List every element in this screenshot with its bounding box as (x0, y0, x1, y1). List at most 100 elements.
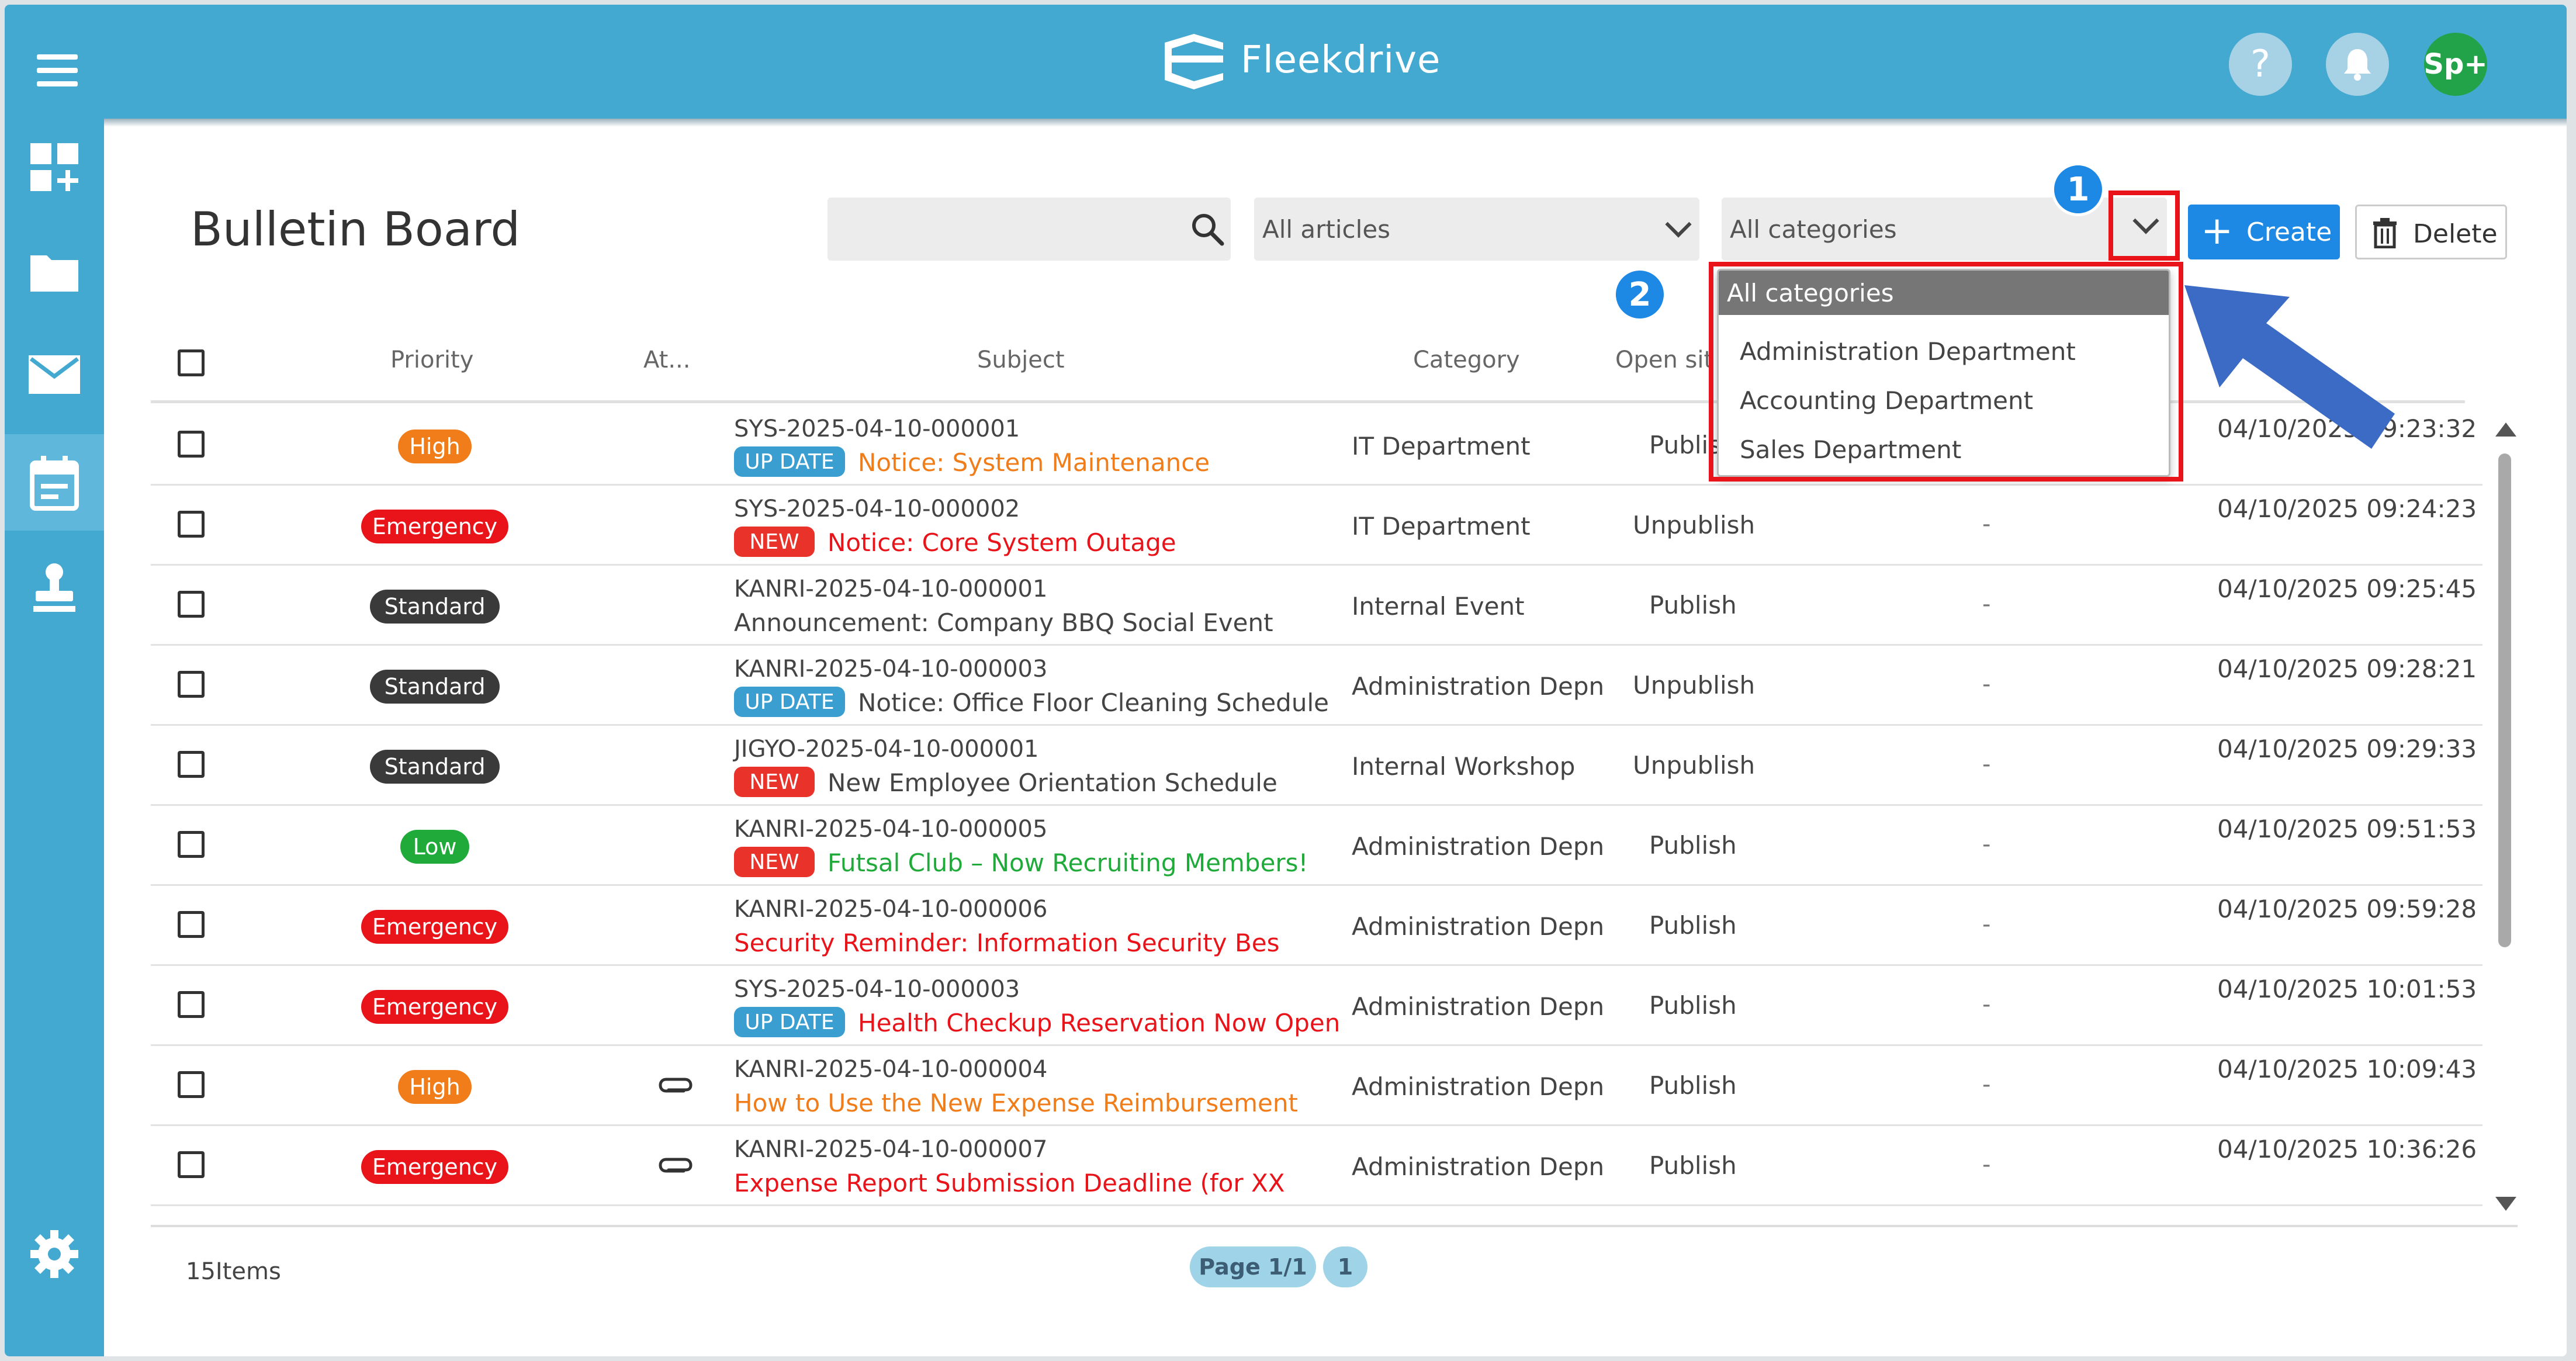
subject-link[interactable]: Health Checkup Reservation Now Open (858, 1009, 1340, 1037)
row-checkbox[interactable] (178, 431, 205, 458)
priority-badge: Standard (370, 670, 500, 704)
record-id: KANRI-2025-04-10-000004 (734, 1056, 1048, 1083)
record-id: KANRI-2025-04-10-000003 (734, 656, 1048, 683)
empty-cell: - (1982, 591, 1991, 618)
update-tag: UP DATE (734, 446, 845, 477)
priority-badge: Standard (370, 590, 500, 624)
categories-select[interactable]: All categories (1722, 198, 2167, 261)
date-cell: 04/10/2025 09:25:45 (2217, 574, 2477, 603)
sidebar-item-settings[interactable] (5, 1206, 104, 1302)
page-title: Bulletin Board (191, 202, 521, 257)
open-site-cell: Unpublish (1633, 511, 1756, 539)
delete-button[interactable]: Delete (2355, 205, 2507, 259)
category-cell: IT Department (1352, 512, 1531, 541)
date-cell: 04/10/2025 10:36:26 (2217, 1135, 2477, 1163)
category-cell: Administration Depn (1352, 1152, 1605, 1181)
footer-divider (151, 1225, 2518, 1227)
row-checkbox[interactable] (178, 831, 205, 858)
record-id: SYS-2025-04-10-000003 (734, 976, 1020, 1003)
row-checkbox[interactable] (178, 751, 205, 778)
search-icon[interactable] (1190, 212, 1225, 247)
row-checkbox[interactable] (178, 991, 205, 1018)
record-id: SYS-2025-04-10-000002 (734, 496, 1020, 522)
date-cell: 04/10/2025 09:51:53 (2217, 815, 2477, 843)
sidebar-item-approval[interactable] (5, 539, 104, 636)
page-number-button[interactable]: 1 (1323, 1246, 1367, 1287)
category-cell: Administration Depn (1352, 1072, 1605, 1101)
record-id: KANRI-2025-04-10-000005 (734, 816, 1048, 843)
gear-icon (30, 1230, 78, 1278)
articles-select[interactable]: All articles (1254, 198, 1699, 261)
column-header-attachment[interactable]: At... (643, 347, 691, 373)
delete-button-label: Delete (2413, 219, 2498, 249)
column-header-open-site[interactable]: Open sit (1615, 347, 1713, 373)
row-checkbox[interactable] (178, 511, 205, 538)
record-id: KANRI-2025-04-10-000001 (734, 576, 1048, 602)
menu-icon[interactable] (37, 54, 78, 86)
subject-link[interactable]: New Employee Orientation Schedule (827, 768, 1277, 797)
sidebar-item-bulletin[interactable] (5, 434, 104, 531)
subject-link[interactable]: Security Reminder: Information Security … (734, 929, 1280, 957)
table-row[interactable] (151, 804, 2482, 886)
column-header-subject[interactable]: Subject (977, 347, 1065, 373)
content-shadow (104, 119, 2567, 127)
record-id: KANRI-2025-04-10-000006 (734, 896, 1048, 923)
sidebar-item-files[interactable] (5, 224, 104, 320)
open-site-cell: Unpublish (1633, 751, 1756, 780)
priority-badge: Low (400, 830, 469, 864)
open-site-cell: Publish (1649, 911, 1737, 940)
subject-link[interactable]: Notice: Core System Outage (827, 528, 1176, 557)
dropdown-highlight-frame (1709, 262, 2183, 482)
sidebar-item-dashboard[interactable] (5, 119, 104, 215)
categories-select-value: All categories (1730, 215, 1897, 244)
user-initials: Sp+ (2423, 48, 2488, 81)
sidebar-item-mail[interactable] (5, 326, 104, 423)
select-all-checkbox[interactable] (178, 349, 205, 376)
plus-icon: + (2201, 208, 2234, 253)
table-row[interactable] (151, 724, 2482, 806)
priority-badge: Emergency (361, 990, 508, 1024)
scroll-thumb[interactable] (2498, 453, 2511, 947)
help-icon: ? (2250, 43, 2270, 86)
subject-link[interactable]: How to Use the New Expense Reimbursement (734, 1089, 1298, 1117)
empty-cell: - (1982, 511, 1991, 538)
subject-link[interactable]: Announcement: Company BBQ Social Event (734, 608, 1273, 637)
priority-badge: High (398, 1070, 472, 1104)
scroll-down-arrow-icon[interactable] (2495, 1197, 2516, 1211)
open-site-cell: Publish (1649, 831, 1737, 860)
sidebar (5, 119, 104, 1356)
create-button[interactable]: + Create (2188, 205, 2340, 259)
open-site-cell: Publish (1649, 1071, 1737, 1100)
dropdown-toggle-highlight[interactable] (2108, 191, 2180, 261)
page-indicator: Page 1/1 (1190, 1246, 1316, 1287)
help-button[interactable]: ? (2229, 33, 2292, 96)
date-cell: 04/10/2025 10:09:43 (2217, 1055, 2477, 1083)
row-checkbox[interactable] (178, 1151, 205, 1178)
table-row[interactable] (151, 564, 2482, 646)
column-header-priority[interactable]: Priority (390, 347, 473, 373)
table-row[interactable] (151, 1044, 2482, 1126)
empty-cell: - (1982, 831, 1991, 858)
column-header-category[interactable]: Category (1413, 347, 1520, 373)
record-id: JIGYO-2025-04-10-000001 (734, 736, 1039, 763)
category-cell: Internal Workshop (1352, 752, 1576, 781)
row-checkbox[interactable] (178, 591, 205, 618)
create-button-label: Create (2246, 217, 2332, 247)
priority-badge: Standard (370, 750, 500, 784)
date-cell: 04/10/2025 09:29:33 (2217, 735, 2477, 763)
new-tag: NEW (734, 527, 815, 557)
dashboard-add-icon (30, 143, 78, 191)
row-checkbox[interactable] (178, 1071, 205, 1098)
notification-button[interactable] (2326, 33, 2389, 96)
subject-link[interactable]: Futsal Club – Now Recruiting Members! (827, 849, 1308, 877)
user-avatar[interactable]: Sp+ (2423, 33, 2488, 96)
row-checkbox[interactable] (178, 911, 205, 938)
scroll-up-arrow-icon[interactable] (2495, 423, 2516, 437)
subject-link[interactable]: Expense Report Submission Deadline (for … (734, 1169, 1285, 1197)
row-checkbox[interactable] (178, 671, 205, 698)
trash-icon (2373, 218, 2397, 248)
subject-link[interactable]: Notice: Office Floor Cleaning Schedule (858, 688, 1329, 717)
subject-link[interactable]: Notice: System Maintenance (858, 448, 1210, 477)
search-input[interactable] (827, 198, 1231, 261)
paperclip-icon (659, 1078, 693, 1093)
